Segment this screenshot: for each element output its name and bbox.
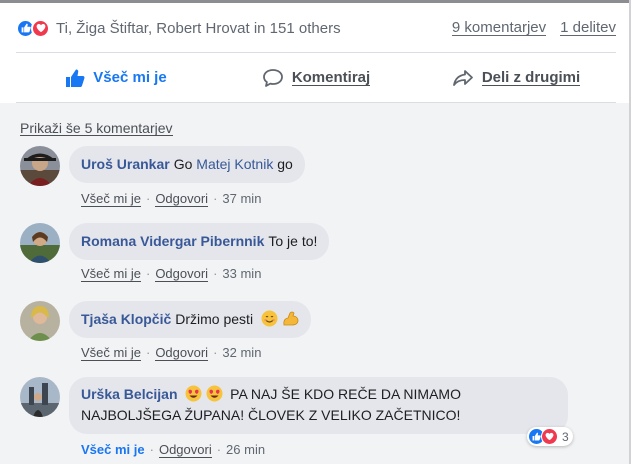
comment-meta: Všeč mi je · Odgovori · 32 min [81,345,262,361]
speech-bubble-icon [262,69,283,87]
comment-reply-link[interactable]: Odgovori [155,266,209,282]
comments-count-link[interactable]: 9 komentarjev [451,20,547,36]
share-button-label: Deli z drugimi [481,69,581,86]
comment-reply-link[interactable]: Odgovori [155,191,209,207]
love-icon [31,18,50,38]
comment-author[interactable]: Uroš Urankar [81,156,170,172]
comment-bubble: Urška Belcijan PA NAJ ŠE KDO REČE DA NIM… [69,377,568,434]
comment-author[interactable]: Romana Vidergar Pibernnik [81,233,264,249]
comment-reply-link[interactable]: Odgovori [155,345,209,361]
share-button[interactable]: Deli z drugimi [416,58,616,98]
comment-text: go [273,156,293,172]
comment-like-link[interactable]: Všeč mi je [81,442,145,457]
like-button-label: Všeč mi je [93,69,167,86]
comment-time[interactable]: 32 min [222,345,261,360]
reaction-icons[interactable] [16,18,50,38]
love-icon [541,428,558,445]
comment-text: NAJBOLJŠEGA ŽUPANA! ČLOVEK Z VELIKO ZAČE… [81,407,461,423]
avatar[interactable] [20,301,60,341]
avatar[interactable] [20,377,60,417]
like-button[interactable]: Všeč mi je [16,58,216,98]
comment-button[interactable]: Komentiraj [216,58,416,98]
flexed-biceps-icon [282,310,299,327]
show-more-comments-link[interactable]: Prikaži še 5 komentarjev [20,121,173,136]
comment-meta: Všeč mi je · Odgovori · 33 min [81,266,262,282]
comment-meta: Všeč mi je · Odgovori · 26 min [81,442,266,458]
comment-author[interactable]: Urška Belcijan [81,386,178,402]
thumbs-up-icon [66,69,85,87]
top-edge [0,0,631,3]
comment-time[interactable]: 26 min [226,442,265,457]
avatar[interactable] [20,223,60,263]
avatar[interactable] [20,146,60,186]
comment-text: Go [173,156,197,172]
comment-bubble: Romana Vidergar Pibernnik To je to! [69,223,330,260]
comment-button-label: Komentiraj [291,69,371,86]
comment-time[interactable]: 37 min [222,191,261,206]
comment-bubble: Tjaša Klopčič Držimo pesti [69,301,311,338]
comment-like-link[interactable]: Všeč mi je [81,266,141,282]
comment-like-link[interactable]: Všeč mi je [81,345,141,361]
comment-text: Držimo pesti [175,311,254,327]
share-arrow-icon [452,70,473,86]
reaction-names[interactable]: Ti, Žiga Štiftar, Robert Hrovat in 151 o… [56,20,341,37]
comment-reactions-badge[interactable]: 3 [527,427,573,446]
comment-text: PA NAJ ŠE KDO REČE DA NIMAMO [230,386,461,402]
smiling-face-icon [261,310,278,327]
comment-time[interactable]: 33 min [222,266,261,281]
shares-count-link[interactable]: 1 delitev [560,20,616,36]
comment-like-link[interactable]: Všeč mi je [81,191,141,207]
heart-eyes-icon [185,385,202,402]
heart-eyes-icon [206,385,223,402]
reactions-summary: Ti, Žiga Štiftar, Robert Hrovat in 151 o… [16,14,616,42]
mention-link[interactable]: Matej Kotnik [196,156,273,172]
comment-author[interactable]: Tjaša Klopčič [81,311,171,327]
divider [16,52,616,53]
reaction-count: 3 [562,429,569,444]
action-bar: Všeč mi je Komentiraj Deli z drugimi [16,58,616,98]
comment-reply-link[interactable]: Odgovori [158,442,212,458]
comment-text: To je to! [268,233,318,249]
comment-meta: Všeč mi je · Odgovori · 37 min [81,191,262,207]
comment-bubble: Uroš Urankar Go Matej Kotnik go [69,146,305,183]
